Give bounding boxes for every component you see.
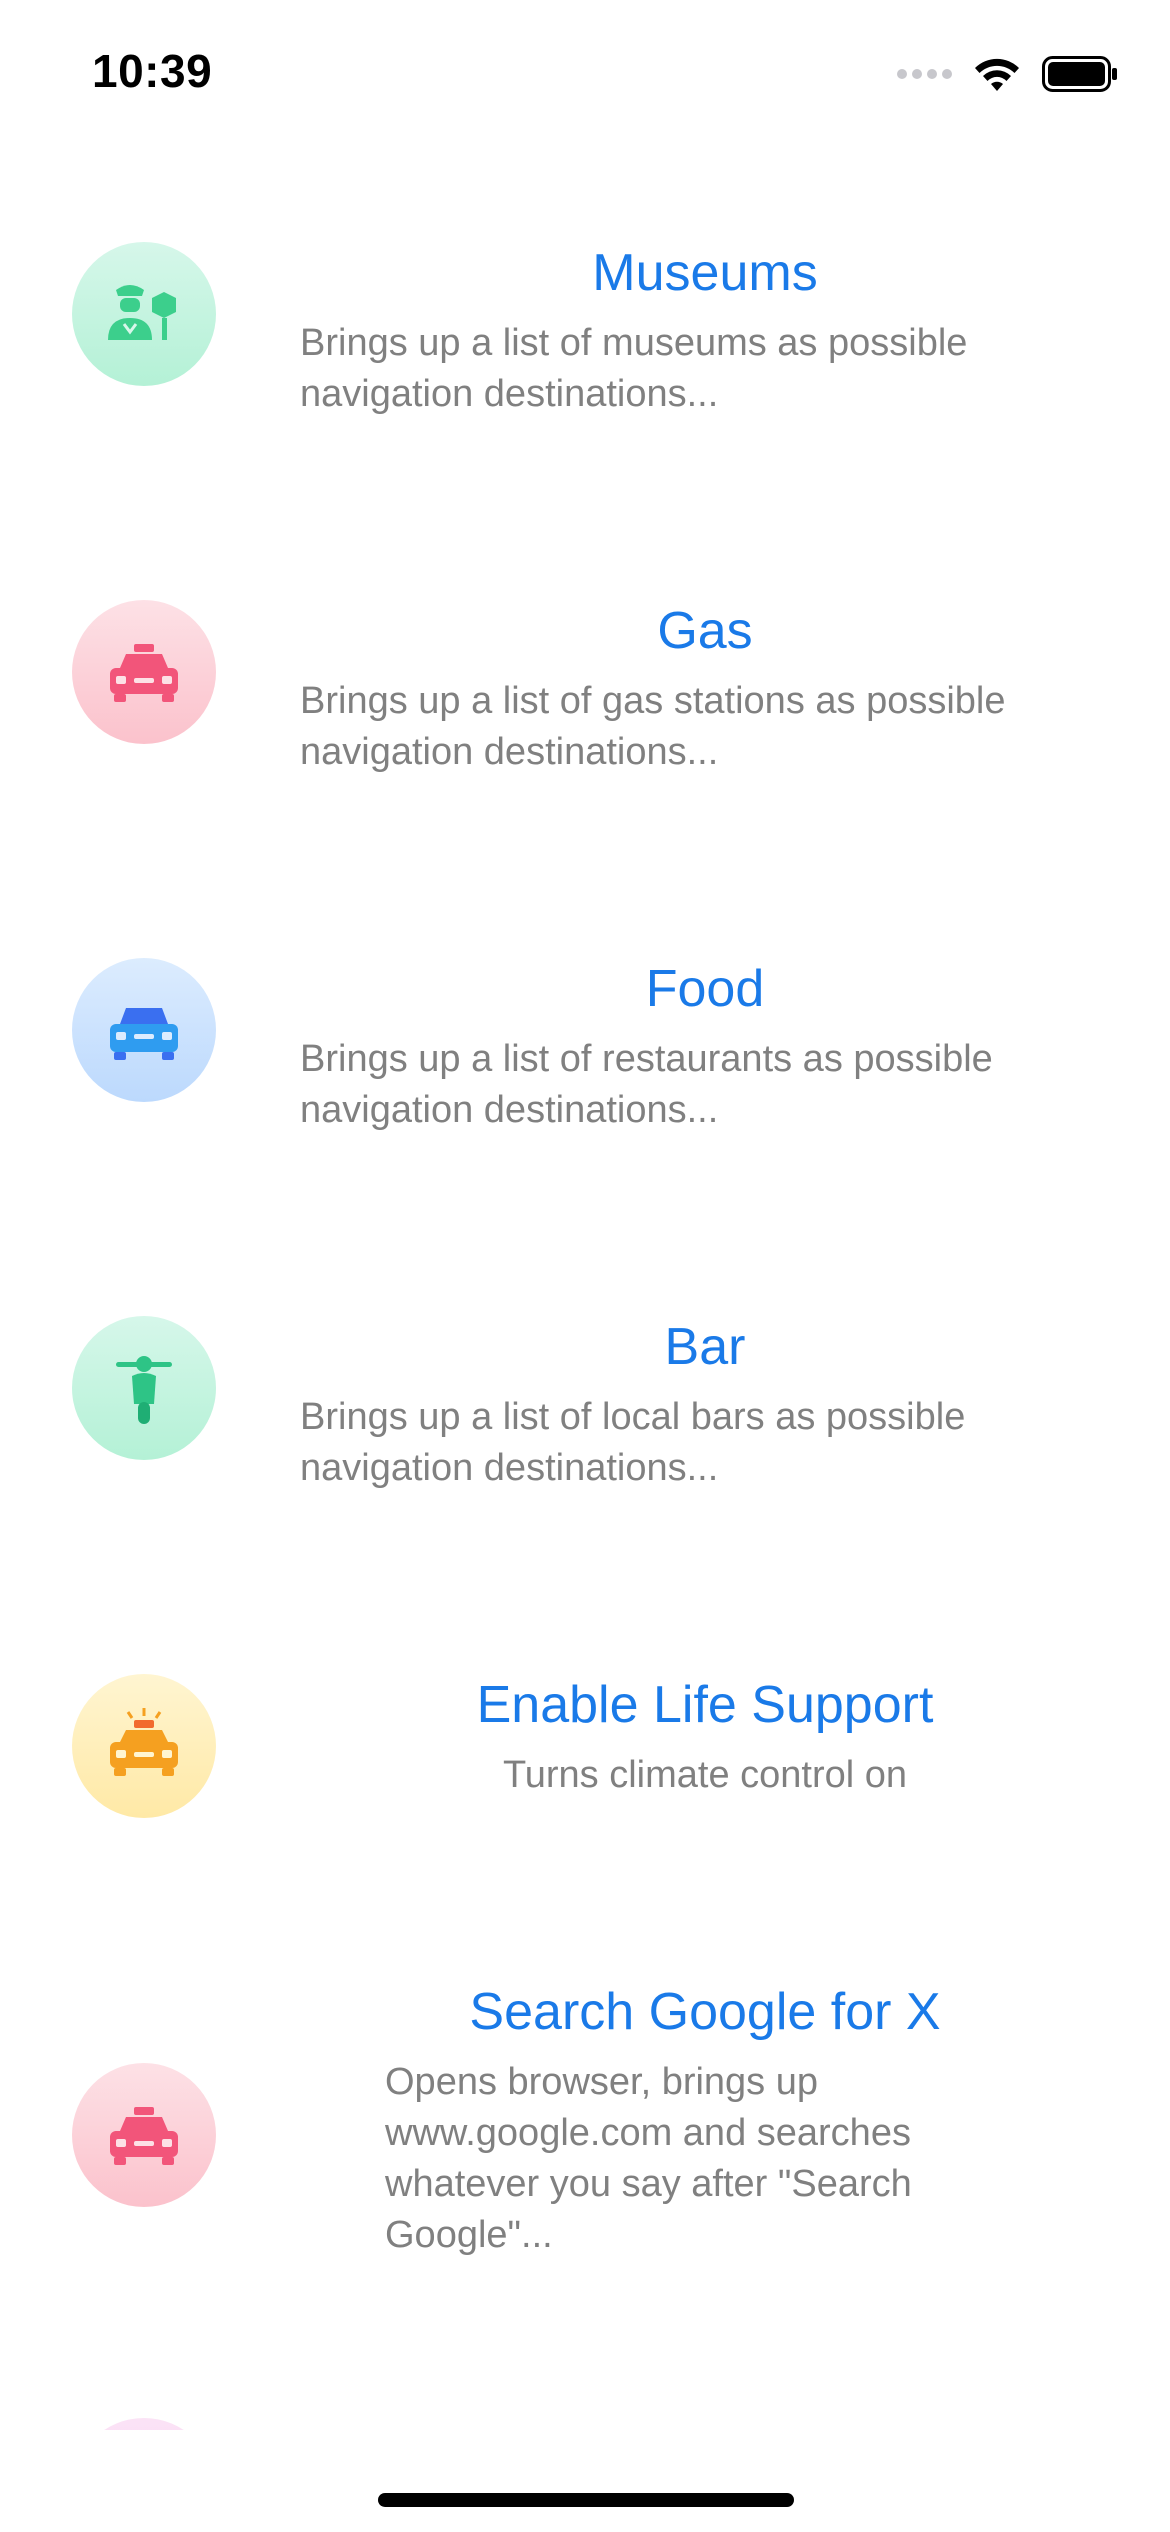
avatar (72, 242, 216, 386)
status-icons (897, 52, 1118, 96)
item-title: Food (645, 960, 765, 1018)
item-text: Gas Brings up a list of gas stations as … (300, 600, 1110, 778)
police-officer-icon (108, 285, 176, 340)
item-subtitle: Opens browser, brings up www.google.com … (385, 2061, 912, 2256)
avatar (72, 2418, 216, 2430)
item-text: Bar Brings up a list of local bars as po… (300, 1316, 1110, 1494)
item-title: Museums (592, 244, 818, 302)
car-icon (110, 1008, 178, 1060)
taxi-icon (110, 644, 178, 702)
taxi-icon (110, 2107, 178, 2165)
item-text: Museums Brings up a list of museums as p… (300, 242, 1110, 420)
item-title: Enable Life Support (476, 1676, 934, 1734)
scooter-icon (116, 1356, 172, 1424)
item-subtitle: Brings up a list of local bars as possib… (300, 1396, 966, 1489)
avatar (72, 1674, 216, 1818)
item-text: Search Google for X Opens browser, bring… (300, 1981, 1110, 2261)
item-title: Bar (664, 1318, 746, 1376)
battery-icon (1042, 56, 1117, 92)
avatar (72, 600, 216, 744)
item-subtitle: Brings up a list of gas stations as poss… (300, 680, 1006, 773)
police-car-icon (110, 1708, 178, 1776)
item-title: Search Google for X (469, 1983, 941, 2041)
item-text: Food Brings up a list of restaurants as … (300, 958, 1110, 1136)
cellular-signal-icon (897, 69, 952, 79)
item-subtitle: Brings up a list of restaurants as possi… (300, 1038, 993, 1131)
status-bar: 10:39 (0, 0, 1170, 150)
list-item-partial[interactable] (0, 2418, 1170, 2430)
avatar (72, 2063, 216, 2207)
item-title: Gas (657, 602, 753, 660)
wifi-icon (975, 58, 1019, 91)
item-subtitle: Brings up a list of museums as possible … (300, 322, 968, 415)
avatar (72, 958, 216, 1102)
home-indicator[interactable] (378, 2493, 794, 2507)
item-text: Enable Life Support Turns climate contro… (300, 1674, 1110, 1801)
status-time: 10:39 (92, 45, 213, 97)
avatar (72, 1316, 216, 1460)
item-subtitle: Turns climate control on (502, 1754, 908, 1796)
